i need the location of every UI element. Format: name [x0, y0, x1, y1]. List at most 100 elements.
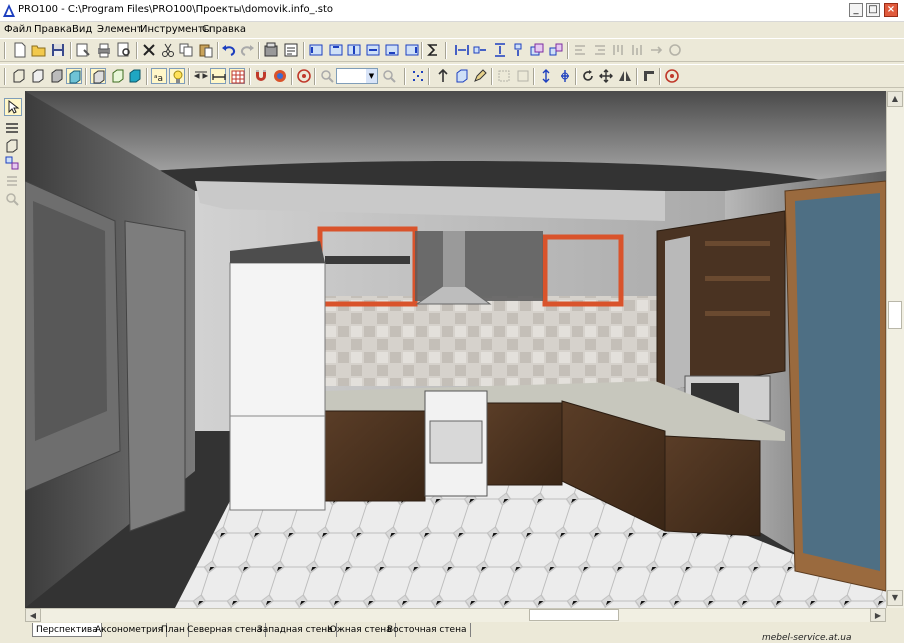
- align-center-icon[interactable]: [346, 42, 362, 58]
- rotate-icon[interactable]: [580, 68, 596, 84]
- toolbar-separator: [217, 42, 219, 59]
- disabled-tool-3-icon[interactable]: [610, 42, 626, 58]
- move-horizontal-icon[interactable]: [472, 42, 488, 58]
- distribute-horizontal-icon[interactable]: [454, 42, 470, 58]
- menu-file[interactable]: Файл: [4, 24, 32, 35]
- frame-disabled-2-icon[interactable]: [515, 68, 531, 84]
- align-tool-icon[interactable]: [4, 155, 20, 171]
- rotate-vertical-icon[interactable]: [538, 68, 554, 84]
- zoom-select[interactable]: ▼: [336, 68, 378, 84]
- grid-icon[interactable]: [229, 68, 245, 84]
- disabled-tool-2-icon[interactable]: [592, 42, 608, 58]
- corner-icon[interactable]: [641, 68, 657, 84]
- cut-icon[interactable]: [160, 42, 176, 58]
- vertical-scrollbar[interactable]: ▲ ▼: [886, 91, 904, 608]
- zoom-in-icon[interactable]: [319, 68, 335, 84]
- toolbar-separator: [445, 42, 447, 59]
- align-right-icon[interactable]: [404, 42, 420, 58]
- shadow-view-icon[interactable]: [90, 68, 106, 84]
- dimensions-icon[interactable]: [193, 68, 209, 84]
- undo-icon[interactable]: [221, 42, 237, 58]
- new-file-icon[interactable]: [12, 42, 28, 58]
- mirror-icon[interactable]: [617, 68, 633, 84]
- scroll-right-arrow-icon[interactable]: ▶: [870, 608, 886, 622]
- disabled-left-tool-icon[interactable]: [4, 173, 20, 189]
- sum-icon[interactable]: [425, 42, 441, 58]
- open-folder-icon[interactable]: [31, 42, 47, 58]
- box-tool-icon[interactable]: [4, 138, 20, 154]
- move-vertical-icon[interactable]: [510, 42, 526, 58]
- furniture-library-icon[interactable]: [263, 42, 279, 58]
- zoom-out-icon[interactable]: [381, 68, 397, 84]
- target-icon[interactable]: [296, 68, 312, 84]
- disabled-tool-5-icon[interactable]: [648, 42, 664, 58]
- distribute-vertical-icon[interactable]: [492, 42, 508, 58]
- delete-icon[interactable]: [141, 42, 157, 58]
- frame-disabled-icon[interactable]: [496, 68, 512, 84]
- scroll-up-arrow-icon[interactable]: ▲: [887, 91, 903, 107]
- light-bulb-icon[interactable]: [169, 68, 185, 84]
- print-preview-icon[interactable]: [116, 42, 132, 58]
- target-2-icon[interactable]: [664, 68, 680, 84]
- menu-tools[interactable]: Инструменты: [140, 24, 212, 35]
- redo-icon[interactable]: [239, 42, 255, 58]
- toolbar-separator: [567, 42, 569, 59]
- copy-icon[interactable]: [178, 42, 194, 58]
- ungroup-icon[interactable]: [548, 42, 564, 58]
- group-icon[interactable]: [529, 42, 545, 58]
- align-width-icon[interactable]: [365, 42, 381, 58]
- align-top-icon[interactable]: [328, 42, 344, 58]
- align-bottom-icon[interactable]: [384, 42, 400, 58]
- pencil-icon[interactable]: [472, 68, 488, 84]
- 3d-viewport[interactable]: [25, 91, 886, 608]
- toolbar-separator: [636, 68, 638, 85]
- wall-tool-icon[interactable]: [4, 120, 20, 136]
- paste-icon[interactable]: [198, 42, 214, 58]
- toolbar-separator: [249, 68, 251, 85]
- rotate-3d-icon[interactable]: [557, 68, 573, 84]
- menu-edit[interactable]: Правка: [34, 24, 72, 35]
- properties-icon[interactable]: [75, 42, 91, 58]
- labels-toggle-icon[interactable]: ᵃа: [151, 68, 167, 84]
- textured-view-icon[interactable]: [66, 68, 82, 84]
- scroll-left-arrow-icon[interactable]: ◀: [25, 608, 41, 622]
- horizontal-scroll-thumb[interactable]: [529, 609, 619, 621]
- close-button[interactable]: ×: [884, 3, 898, 17]
- magnet-icon[interactable]: [253, 68, 269, 84]
- zoom-left-icon[interactable]: [4, 191, 20, 207]
- align-left-icon[interactable]: [308, 42, 324, 58]
- render-view-icon[interactable]: [127, 68, 143, 84]
- tab-axonometry[interactable]: Аксонометрия: [92, 623, 167, 637]
- vertical-scroll-thumb[interactable]: [888, 301, 902, 329]
- element-list-icon[interactable]: [283, 42, 299, 58]
- select-points-icon[interactable]: [410, 68, 426, 84]
- menu-view[interactable]: Вид: [72, 24, 92, 35]
- save-icon[interactable]: [50, 42, 66, 58]
- disabled-tool-6-icon[interactable]: [667, 42, 683, 58]
- toolbar-separator: [491, 68, 493, 85]
- scroll-down-arrow-icon[interactable]: ▼: [887, 590, 903, 606]
- move-cross-icon[interactable]: [598, 68, 614, 84]
- measure-icon[interactable]: [210, 68, 226, 84]
- elevate-icon[interactable]: [435, 68, 451, 84]
- tab-east-wall[interactable]: Восточная стена: [384, 623, 471, 637]
- flat-shaded-view-icon[interactable]: [49, 68, 65, 84]
- disabled-tool-1-icon[interactable]: [572, 42, 588, 58]
- toolbar-separator: [659, 68, 661, 85]
- transparent-view-icon[interactable]: [110, 68, 126, 84]
- minimize-button[interactable]: _: [849, 3, 863, 17]
- app-logo-icon: [3, 4, 15, 17]
- maximize-button[interactable]: □: [866, 3, 880, 17]
- menu-element[interactable]: Элемент: [97, 24, 143, 35]
- horizontal-scrollbar[interactable]: ◀ ▶: [25, 608, 886, 622]
- disabled-tool-4-icon[interactable]: [629, 42, 645, 58]
- hidden-lines-view-icon[interactable]: [30, 68, 46, 84]
- toolbar-separator: [404, 68, 406, 85]
- chevron-down-icon[interactable]: ▼: [366, 69, 377, 83]
- select-pointer-icon[interactable]: [4, 98, 22, 116]
- wireframe-view-icon[interactable]: [11, 68, 27, 84]
- move-object-icon[interactable]: [454, 68, 470, 84]
- color-wheel-icon[interactable]: [272, 68, 288, 84]
- menu-help[interactable]: Справка: [202, 24, 246, 35]
- print-icon[interactable]: [96, 42, 112, 58]
